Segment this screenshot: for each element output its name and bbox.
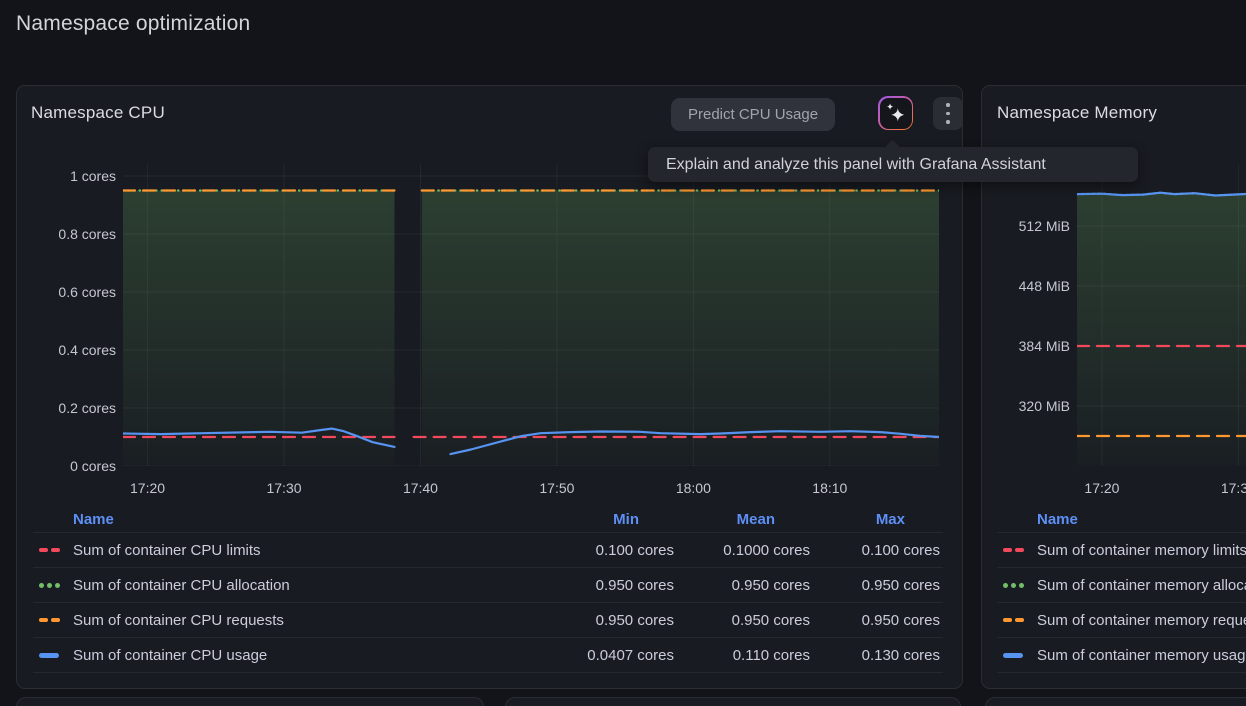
- legend-marker-cell: [997, 583, 1037, 588]
- tooltip-text: Explain and analyze this panel with Graf…: [666, 156, 1046, 174]
- legend-row[interactable]: Sum of container memory allocation: [997, 568, 1246, 603]
- y-axis-tick: 384 MiB: [990, 338, 1070, 354]
- legend-value-max: 0.950 cores: [813, 612, 943, 629]
- panel-title-cpu[interactable]: Namespace CPU: [31, 103, 165, 123]
- y-axis-tick: 0.4 cores: [36, 342, 116, 358]
- legend-marker-cell: [997, 548, 1037, 552]
- y-axis-tick: 0.6 cores: [36, 284, 116, 300]
- x-axis-tick: 17:40: [395, 480, 445, 496]
- legend-row[interactable]: Sum of container CPU usage0.0407 cores0.…: [33, 638, 943, 673]
- legend-series-name[interactable]: Sum of container CPU usage: [73, 647, 541, 664]
- legend-col-name[interactable]: Name: [73, 511, 541, 528]
- legend-col-mean[interactable]: Mean: [677, 511, 813, 528]
- predict-cpu-usage-button[interactable]: Predict CPU Usage: [671, 98, 835, 131]
- legend-series-name[interactable]: Sum of container memory usage: [1037, 647, 1246, 664]
- legend-marker-cell: [997, 618, 1037, 622]
- bottom-panel-edge: [505, 697, 961, 706]
- x-axis-tick: 17:20: [1077, 480, 1127, 496]
- legend-header-row: Name: [997, 506, 1246, 533]
- legend-value-max: 0.950 cores: [813, 577, 943, 594]
- y-axis-tick: 0.8 cores: [36, 226, 116, 242]
- legend-row[interactable]: Sum of container CPU limits0.100 cores0.…: [33, 533, 943, 568]
- legend-value-min: 0.950 cores: [541, 577, 677, 594]
- legend-col-name[interactable]: Name: [1037, 511, 1246, 528]
- legend-series-name[interactable]: Sum of container memory requests: [1037, 612, 1246, 629]
- legend-header-row: NameMinMeanMax: [33, 506, 943, 533]
- legend-series-name[interactable]: Sum of container memory allocation: [1037, 577, 1246, 594]
- assistant-tooltip: Explain and analyze this panel with Graf…: [648, 147, 1138, 182]
- legend-value-mean: 0.950 cores: [677, 612, 813, 629]
- legend-col-min[interactable]: Min: [541, 511, 677, 528]
- legend-row[interactable]: Sum of container memory limits: [997, 533, 1246, 568]
- legend-value-min: 0.0407 cores: [541, 647, 677, 664]
- series-dotted-marker-icon: [39, 583, 60, 588]
- y-axis-tick: 1 cores: [36, 168, 116, 184]
- y-axis-tick: 512 MiB: [990, 218, 1070, 234]
- cpu-chart[interactable]: [123, 164, 939, 466]
- panel-title-memory[interactable]: Namespace Memory: [997, 103, 1157, 123]
- grafana-assistant-button[interactable]: [878, 96, 913, 130]
- legend-marker-cell: [33, 583, 73, 588]
- legend-value-mean: 0.1000 cores: [677, 542, 813, 559]
- memory-chart[interactable]: [1077, 164, 1246, 466]
- legend-marker-cell: [33, 548, 73, 552]
- x-axis-tick: 17:30: [259, 480, 309, 496]
- y-axis-tick: 448 MiB: [990, 278, 1070, 294]
- x-axis-tick: 17:20: [123, 480, 173, 496]
- x-axis-tick: 17:50: [532, 480, 582, 496]
- series-dashed-marker-icon: [1003, 618, 1024, 622]
- page-title: Namespace optimization: [16, 12, 250, 36]
- x-axis-tick: 18:00: [668, 480, 718, 496]
- legend-row[interactable]: Sum of container CPU requests0.950 cores…: [33, 603, 943, 638]
- legend-col-max[interactable]: Max: [813, 511, 943, 528]
- legend-series-name[interactable]: Sum of container CPU limits: [73, 542, 541, 559]
- legend-marker-cell: [997, 653, 1037, 658]
- x-axis-tick: 18:10: [805, 480, 855, 496]
- grafana-dashboard: Namespace optimization Namespace CPU Pre…: [0, 0, 1246, 706]
- legend-series-name[interactable]: Sum of container CPU allocation: [73, 577, 541, 594]
- memory-legend: Name Sum of container memory limits Sum of…: [997, 506, 1246, 673]
- y-axis-tick: 0.2 cores: [36, 400, 116, 416]
- series-dashed-marker-icon: [1003, 548, 1024, 552]
- series-solid-marker-icon: [1003, 653, 1023, 658]
- legend-value-max: 0.100 cores: [813, 542, 943, 559]
- kebab-icon: [946, 103, 950, 124]
- legend-row[interactable]: Sum of container memory requests: [997, 603, 1246, 638]
- legend-value-mean: 0.950 cores: [677, 577, 813, 594]
- legend-value-mean: 0.110 cores: [677, 647, 813, 664]
- x-axis-tick: 17:30: [1213, 480, 1246, 496]
- legend-row[interactable]: Sum of container CPU allocation0.950 cor…: [33, 568, 943, 603]
- series-dashed-marker-icon: [39, 618, 60, 622]
- sparkle-icon: [880, 98, 912, 129]
- legend-series-name[interactable]: Sum of container CPU requests: [73, 612, 541, 629]
- legend-row[interactable]: Sum of container memory usage: [997, 638, 1246, 673]
- cpu-legend: NameMinMeanMaxSum of container CPU limit…: [33, 506, 943, 673]
- y-axis-tick: 0 cores: [36, 458, 116, 474]
- series-dotted-marker-icon: [1003, 583, 1024, 588]
- series-dashed-marker-icon: [39, 548, 60, 552]
- bottom-panel-edge: [16, 697, 484, 706]
- legend-value-max: 0.130 cores: [813, 647, 943, 664]
- legend-marker-cell: [33, 653, 73, 658]
- legend-marker-cell: [33, 618, 73, 622]
- legend-value-min: 0.950 cores: [541, 612, 677, 629]
- bottom-panel-edge: [985, 697, 1246, 706]
- legend-value-min: 0.100 cores: [541, 542, 677, 559]
- legend-series-name[interactable]: Sum of container memory limits: [1037, 542, 1246, 559]
- series-solid-marker-icon: [39, 653, 59, 658]
- y-axis-tick: 320 MiB: [990, 398, 1070, 414]
- panel-menu-button[interactable]: [933, 97, 963, 130]
